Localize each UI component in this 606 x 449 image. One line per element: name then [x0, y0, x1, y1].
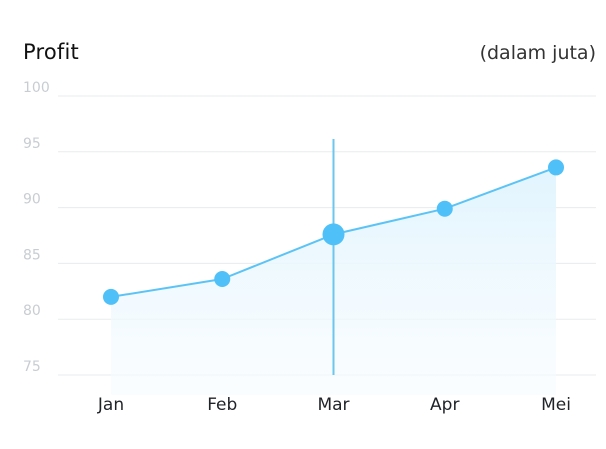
y-tick-label: 90 — [23, 192, 41, 208]
y-tick-label: 95 — [23, 136, 41, 152]
profit-area-chart[interactable]: 100 95 90 85 80 75 Jan Feb Mar Apr Mei — [0, 0, 606, 449]
data-point-mei[interactable] — [548, 159, 564, 176]
data-point-jan[interactable] — [103, 288, 119, 305]
y-tick-label: 85 — [23, 247, 41, 263]
profit-chart-card: Profit (dalam juta) 100 95 90 85 80 75 Jan Feb… — [0, 0, 606, 449]
x-tick-label-mei: Mei — [541, 395, 571, 415]
x-axis-labels: Jan Feb Mar Apr Mei — [97, 395, 571, 415]
x-tick-label-mar: Mar — [317, 395, 349, 415]
y-tick-label: 80 — [23, 303, 41, 319]
x-tick-label-feb: Feb — [207, 395, 237, 415]
y-tick-label: 100 — [23, 80, 50, 96]
data-point-mar[interactable] — [322, 223, 345, 246]
data-point-feb[interactable] — [214, 271, 231, 288]
data-point-apr[interactable] — [436, 200, 453, 217]
y-axis-labels: 100 95 90 85 80 75 — [23, 80, 50, 375]
x-tick-label-jan: Jan — [97, 395, 124, 415]
x-tick-label-apr: Apr — [430, 395, 459, 415]
y-tick-label: 75 — [23, 359, 41, 375]
